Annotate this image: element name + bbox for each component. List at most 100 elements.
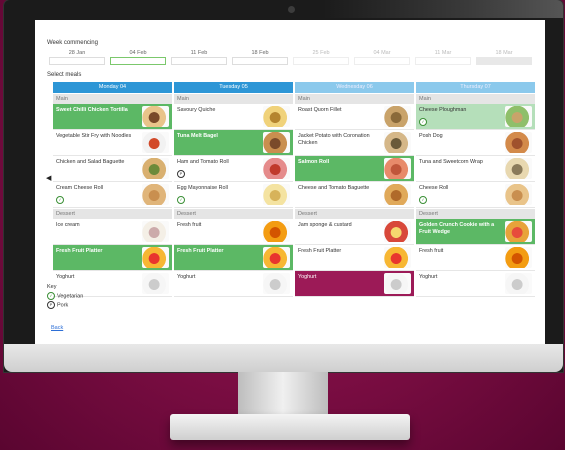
meal-photo xyxy=(505,158,532,179)
meal-name: Fresh Fruit Platter xyxy=(56,248,103,254)
meal-option[interactable]: Posh Dog xyxy=(416,130,535,156)
meal-name: Fresh fruit xyxy=(177,222,202,228)
vegetarian-icon: ✓ xyxy=(47,292,55,300)
app-screen: Week commencing 28 Jan 04 Feb 11 Feb 18 Feb… xyxy=(35,20,545,346)
meal-photo xyxy=(263,158,290,179)
dessert-option[interactable]: Yoghurt xyxy=(295,271,414,297)
meal-option[interactable]: Tuna Melt Bagel xyxy=(174,130,293,156)
meal-option[interactable]: Egg Mayonnaise Roll ✓ xyxy=(174,182,293,208)
key-vegetarian-label: Vegetarian xyxy=(57,293,84,300)
meal-name: Ham and Tomato Roll xyxy=(177,159,229,165)
week-option[interactable]: 04 Mar xyxy=(352,48,412,65)
meal-photo xyxy=(505,221,532,242)
meal-photo xyxy=(263,106,290,127)
week-date: 18 Mar xyxy=(495,50,513,56)
meal-photo xyxy=(384,221,411,242)
dessert-option[interactable]: Fresh fruit xyxy=(174,219,293,245)
week-date: 04 Feb xyxy=(129,50,147,56)
week-option[interactable]: 18 Feb xyxy=(230,48,290,65)
meal-option[interactable]: Sweet Chilli Chicken Tortilla xyxy=(53,104,172,130)
back-link[interactable]: Back xyxy=(51,325,63,331)
meal-photo xyxy=(263,221,290,242)
meal-option[interactable]: Savoury Quiche xyxy=(174,104,293,130)
meal-name: Fresh fruit xyxy=(419,248,444,254)
meal-photo xyxy=(384,273,411,294)
week-selector: 28 Jan 04 Feb 11 Feb 18 Feb 25 Feb 04 Mar 11 M… xyxy=(47,48,545,65)
meal-option[interactable]: Roast Quorn Fillet xyxy=(295,104,414,130)
meal-name: Vegetable Stir Fry with Noodles xyxy=(56,133,132,139)
meal-photo xyxy=(263,273,290,294)
meal-name: Tuna Melt Bagel xyxy=(177,133,218,139)
meal-option[interactable]: Cheese and Tomato Baguette xyxy=(295,182,414,208)
meal-name: Yoghurt xyxy=(419,274,438,280)
dessert-option[interactable]: Fresh Fruit Platter xyxy=(295,245,414,271)
day-column: Thursday 07 Main Cheese Ploughman ✓ Posh Dog… xyxy=(416,82,535,297)
meal-name: Tuna and Sweetcorn Wrap xyxy=(419,159,483,165)
week-date: 25 Feb xyxy=(312,50,330,56)
previous-day-arrow-icon[interactable]: ◀ xyxy=(46,174,51,182)
meal-option[interactable]: Vegetable Stir Fry with Noodles xyxy=(53,130,172,156)
webcam-icon xyxy=(288,6,295,13)
week-date: 04 Mar xyxy=(373,50,391,56)
meal-name: Golden Crunch Cookie with a Fruit Wedge xyxy=(419,222,495,235)
week-bar xyxy=(110,57,166,65)
key-pork: P Pork xyxy=(47,301,83,310)
week-option[interactable]: 11 Feb xyxy=(169,48,229,65)
meal-option[interactable]: Cream Cheese Roll ✓ xyxy=(53,182,172,208)
week-bar xyxy=(354,57,410,65)
meal-option[interactable]: Jacket Potato with Coronation Chicken xyxy=(295,130,414,156)
meal-option[interactable]: Salmon Roll xyxy=(295,156,414,182)
meal-photo xyxy=(263,184,290,205)
pork-icon: P xyxy=(177,170,185,178)
key-title: Key xyxy=(47,284,57,290)
meal-photo xyxy=(384,132,411,153)
dessert-option[interactable]: Golden Crunch Cookie with a Fruit Wedge xyxy=(416,219,535,245)
meal-option[interactable]: Chicken and Salad Baguette xyxy=(53,156,172,182)
meal-option[interactable]: Cheese Roll ✓ xyxy=(416,182,535,208)
meal-photo xyxy=(505,184,532,205)
main-section-label: Main xyxy=(174,94,293,104)
dessert-option[interactable]: Yoghurt xyxy=(416,271,535,297)
meal-name: Yoghurt xyxy=(177,274,196,280)
main-section-label: Main xyxy=(53,94,172,104)
meal-photo xyxy=(505,273,532,294)
dessert-option[interactable]: Jam sponge & custard xyxy=(295,219,414,245)
meal-name: Yoghurt xyxy=(298,274,317,280)
week-bar xyxy=(476,57,532,65)
vegetarian-icon: ✓ xyxy=(419,196,427,204)
dessert-option[interactable]: Ice cream xyxy=(53,219,172,245)
meal-photo xyxy=(505,132,532,153)
meal-option[interactable]: Tuna and Sweetcorn Wrap xyxy=(416,156,535,182)
week-bar xyxy=(415,57,471,65)
meal-photo xyxy=(263,132,290,153)
dessert-option[interactable]: Fresh Fruit Platter xyxy=(53,245,172,271)
meal-name: Egg Mayonnaise Roll xyxy=(177,185,228,191)
day-column: Tuesday 05 Main Savoury Quiche Tuna Melt Ba… xyxy=(174,82,293,297)
week-option[interactable]: 28 Jan xyxy=(47,48,107,65)
meal-photo xyxy=(142,247,169,268)
meal-photo xyxy=(142,132,169,153)
meal-photo xyxy=(142,106,169,127)
week-date: 18 Feb xyxy=(251,50,269,56)
day-header: Monday 04 xyxy=(53,82,172,93)
key-pork-label: Pork xyxy=(57,302,69,309)
meal-name: Jam sponge & custard xyxy=(298,222,352,228)
monitor-stand-base xyxy=(170,414,410,440)
meal-photo xyxy=(505,247,532,268)
meal-name: Jacket Potato with Coronation Chicken xyxy=(298,133,370,146)
week-option[interactable]: 11 Mar xyxy=(413,48,473,65)
monitor-chin xyxy=(4,344,563,372)
meal-option[interactable]: Cheese Ploughman ✓ xyxy=(416,104,535,130)
week-option[interactable]: 04 Feb xyxy=(108,48,168,65)
week-option[interactable]: 25 Feb xyxy=(291,48,351,65)
week-option[interactable]: 18 Mar xyxy=(474,48,534,65)
monitor-frame: Week commencing 28 Jan 04 Feb 11 Feb 18 Feb… xyxy=(4,0,563,372)
dessert-option[interactable]: Yoghurt xyxy=(174,271,293,297)
dessert-option[interactable]: Fresh fruit xyxy=(416,245,535,271)
main-section-label: Main xyxy=(295,94,414,104)
meal-option[interactable]: Ham and Tomato Roll P xyxy=(174,156,293,182)
dessert-option[interactable]: Fresh Fruit Platter xyxy=(174,245,293,271)
day-header: Wednesday 06 xyxy=(295,82,414,93)
meal-name: Ice cream xyxy=(56,222,80,228)
vegetarian-icon: ✓ xyxy=(56,196,64,204)
